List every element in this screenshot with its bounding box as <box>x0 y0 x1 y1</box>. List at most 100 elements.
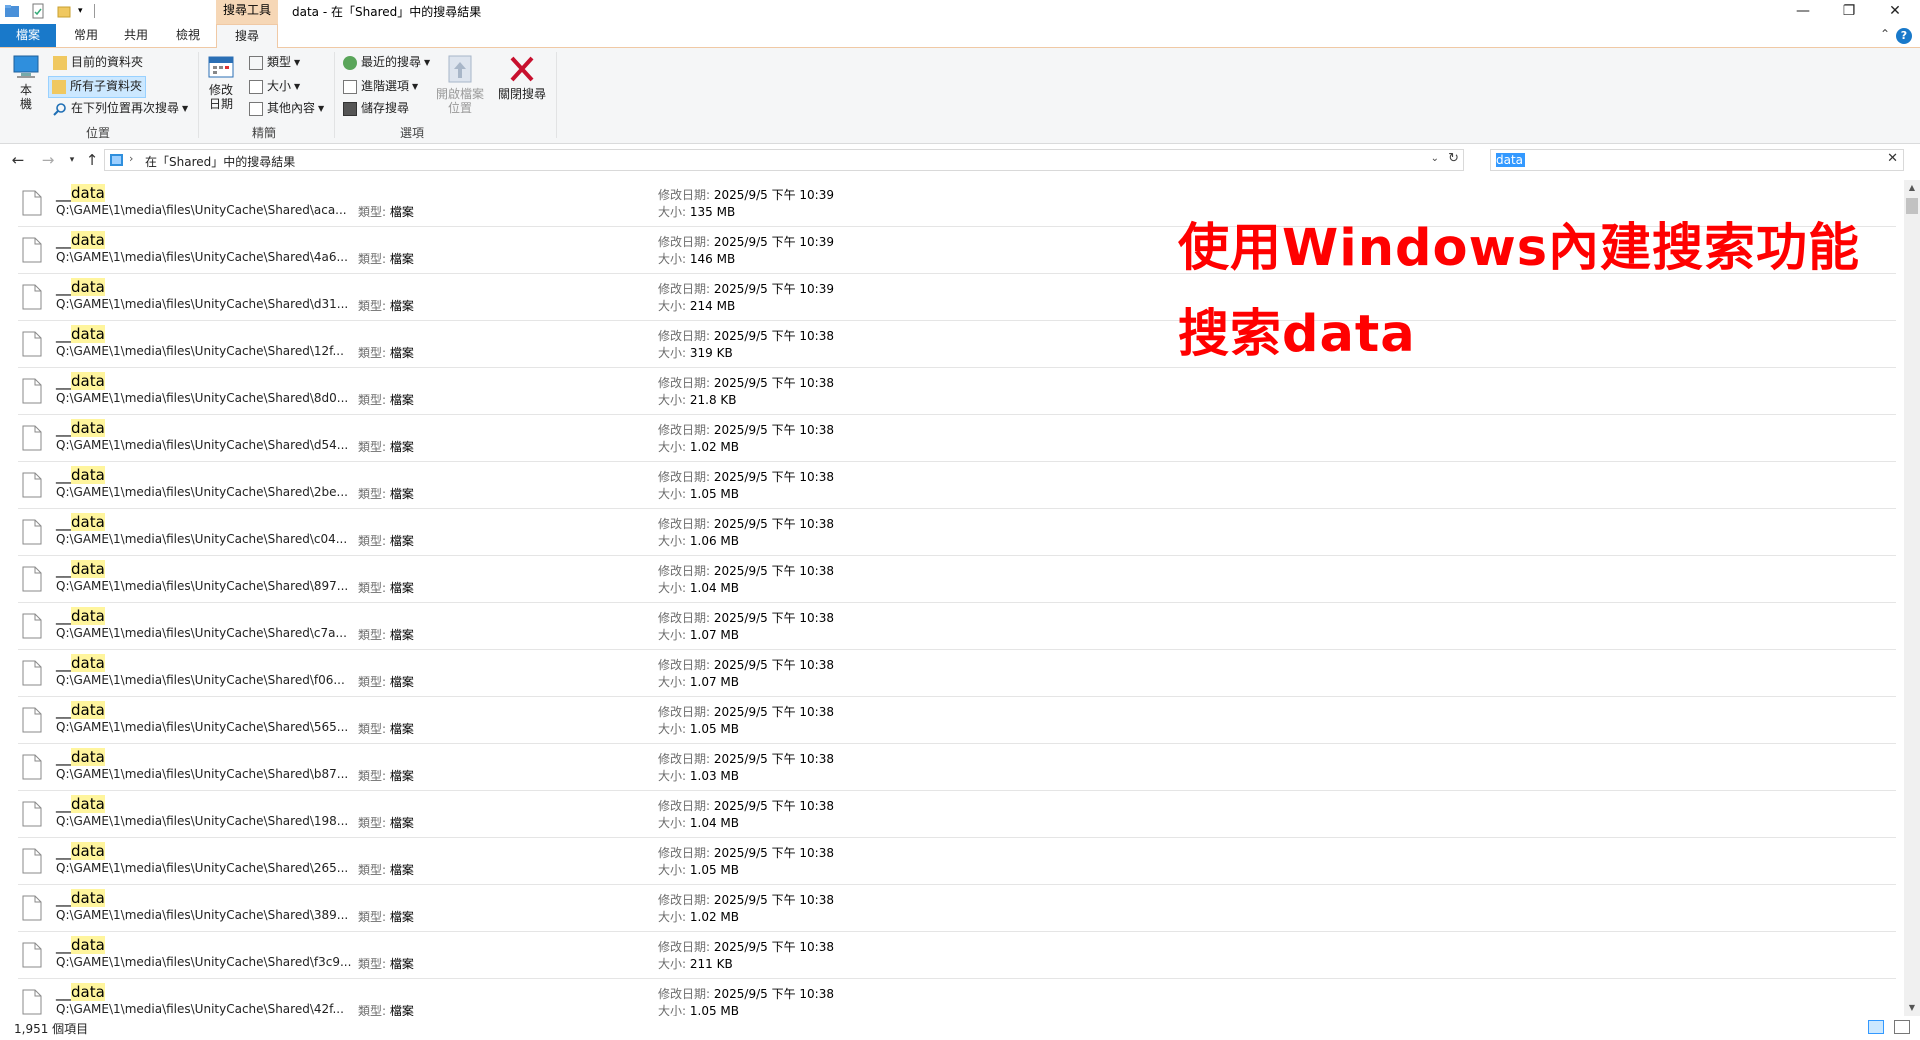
file-name[interactable]: __data <box>56 419 105 437</box>
result-row[interactable]: __data Q:\GAME\1\media\files\UnityCache\S… <box>18 791 1896 838</box>
search-again-button[interactable]: 在下列位置再次搜尋 ▼ <box>50 98 191 118</box>
size-label: 大小 <box>267 79 292 93</box>
forward-arrow-icon[interactable]: → <box>38 150 58 170</box>
file-name[interactable]: __data <box>56 795 105 813</box>
file-name[interactable]: __data <box>56 701 105 719</box>
tab-search[interactable]: 搜尋 <box>216 24 278 48</box>
maximize-button[interactable]: ❐ <box>1826 0 1872 24</box>
file-name[interactable]: __data <box>56 560 105 578</box>
result-row[interactable]: __data Q:\GAME\1\media\files\UnityCache\S… <box>18 509 1896 556</box>
tab-share[interactable]: 共用 <box>114 24 158 47</box>
recent-searches-button[interactable]: 最近的搜尋 ▼ <box>340 52 433 72</box>
file-name[interactable]: __data <box>56 513 105 531</box>
kind-button[interactable]: 類型 ▼ <box>246 52 303 72</box>
clear-search-icon[interactable]: ✕ <box>1887 151 1898 166</box>
result-row[interactable]: __data Q:\GAME\1\media\files\UnityCache\S… <box>18 321 1896 368</box>
close-search-button[interactable]: 關閉搜尋 <box>496 54 548 101</box>
folder-app-icon[interactable] <box>4 3 20 19</box>
properties-icon[interactable] <box>30 3 46 19</box>
address-path[interactable]: 在「Shared」中的搜尋結果 <box>145 153 295 170</box>
open-file-location-button[interactable]: 開啟檔案 位置 <box>432 54 488 115</box>
current-folder-button[interactable]: 目前的資料夾 <box>50 52 146 72</box>
result-row[interactable]: __data Q:\GAME\1\media\files\UnityCache\S… <box>18 415 1896 462</box>
file-icon <box>22 707 42 733</box>
recent-locations-chevron-icon[interactable]: ▾ <box>62 150 82 170</box>
file-name[interactable]: __data <box>56 654 105 672</box>
result-row[interactable]: __data Q:\GAME\1\media\files\UnityCache\S… <box>18 650 1896 697</box>
result-row[interactable]: __data Q:\GAME\1\media\files\UnityCache\S… <box>18 744 1896 791</box>
file-name[interactable]: __data <box>56 184 105 202</box>
file-modified: 修改日期: 2025/9/5 下午 10:38 <box>658 891 834 908</box>
tab-file[interactable]: 檔案 <box>0 24 56 47</box>
file-name[interactable]: __data <box>56 607 105 625</box>
result-row[interactable]: __data Q:\GAME\1\media\files\UnityCache\S… <box>18 556 1896 603</box>
scrollbar-thumb[interactable] <box>1906 198 1918 214</box>
file-name[interactable]: __data <box>56 466 105 484</box>
file-name[interactable]: __data <box>56 889 105 907</box>
size-button[interactable]: 大小 ▼ <box>246 76 303 96</box>
file-name[interactable]: __data <box>56 983 105 1001</box>
advanced-options-button[interactable]: 進階選項 ▼ <box>340 76 421 96</box>
file-name[interactable]: __data <box>56 748 105 766</box>
scroll-up-arrow-icon[interactable]: ▲ <box>1904 180 1920 196</box>
collapse-ribbon-icon[interactable]: ⌃ <box>1880 27 1890 41</box>
divider <box>334 52 335 138</box>
result-row[interactable]: __data Q:\GAME\1\media\files\UnityCache\S… <box>18 274 1896 321</box>
result-row[interactable]: __data Q:\GAME\1\media\files\UnityCache\S… <box>18 885 1896 932</box>
search-box[interactable]: ✕ <box>1490 149 1904 171</box>
quick-access-dropdown-icon[interactable]: ▾ <box>78 3 83 19</box>
tab-view[interactable]: 檢視 <box>166 24 210 47</box>
file-path: Q:\GAME\1\media\files\UnityCache\Shared\… <box>56 579 349 593</box>
result-row[interactable]: __data Q:\GAME\1\media\files\UnityCache\S… <box>18 979 1896 1016</box>
vertical-scrollbar[interactable]: ▲ ▼ <box>1904 180 1920 1016</box>
result-row[interactable]: __data Q:\GAME\1\media\files\UnityCache\S… <box>18 697 1896 744</box>
close-button[interactable]: ✕ <box>1872 0 1918 24</box>
date-modified-button[interactable]: 修改 日期 <box>204 54 238 111</box>
size-value: 1.05 MB <box>689 1004 739 1016</box>
type-label: 類型: <box>358 863 387 877</box>
address-dropdown-icon[interactable]: ⌄ <box>1431 153 1439 164</box>
file-size: 大小: 146 MB <box>658 250 735 267</box>
save-search-button[interactable]: 儲存搜尋 <box>340 98 412 118</box>
result-row[interactable]: __data Q:\GAME\1\media\files\UnityCache\S… <box>18 603 1896 650</box>
search-input[interactable] <box>1494 151 1868 169</box>
file-name[interactable]: __data <box>56 325 105 343</box>
type-label: 類型: <box>358 487 387 501</box>
breadcrumb-chevron-icon[interactable]: › <box>129 152 133 165</box>
large-icons-view-icon[interactable] <box>1894 1020 1910 1034</box>
file-type: 類型: 檔案 <box>358 297 414 314</box>
file-name-match: data <box>71 560 105 578</box>
minimize-button[interactable]: — <box>1780 0 1826 24</box>
refresh-icon[interactable]: ↻ <box>1448 151 1459 166</box>
size-value: 135 MB <box>689 205 736 219</box>
tab-home[interactable]: 常用 <box>64 24 108 47</box>
size-label: 大小: <box>658 393 687 407</box>
back-arrow-icon[interactable]: ← <box>8 150 28 170</box>
modified-value: 2025/9/5 下午 10:38 <box>713 611 834 625</box>
this-pc-button[interactable]: 本 機 <box>10 54 42 111</box>
chevron-down-icon: ▼ <box>294 57 301 67</box>
file-name-prefix: __ <box>56 983 71 1001</box>
file-name-prefix: __ <box>56 513 71 531</box>
size-value: 1.04 MB <box>689 816 739 830</box>
file-type: 類型: 檔案 <box>358 908 414 925</box>
file-name[interactable]: __data <box>56 231 105 249</box>
file-type: 類型: 檔案 <box>358 391 414 408</box>
result-row[interactable]: __data Q:\GAME\1\media\files\UnityCache\S… <box>18 838 1896 885</box>
result-row[interactable]: __data Q:\GAME\1\media\files\UnityCache\S… <box>18 368 1896 415</box>
scroll-down-arrow-icon[interactable]: ▼ <box>1904 1000 1920 1016</box>
file-name[interactable]: __data <box>56 936 105 954</box>
new-folder-icon[interactable] <box>56 3 72 19</box>
type-value: 檔案 <box>389 205 414 219</box>
help-icon[interactable]: ? <box>1896 28 1912 44</box>
address-bar[interactable]: › 在「Shared」中的搜尋結果 ⌄ ↻ <box>104 149 1464 171</box>
result-row[interactable]: __data Q:\GAME\1\media\files\UnityCache\S… <box>18 462 1896 509</box>
result-row[interactable]: __data Q:\GAME\1\media\files\UnityCache\S… <box>18 932 1896 979</box>
other-properties-button[interactable]: 其他內容 ▼ <box>246 98 327 118</box>
all-subfolders-button[interactable]: 所有子資料夾 <box>48 76 147 98</box>
file-name[interactable]: __data <box>56 372 105 390</box>
details-view-icon[interactable] <box>1868 1020 1885 1034</box>
file-name[interactable]: __data <box>56 842 105 860</box>
file-name[interactable]: __data <box>56 278 105 296</box>
up-arrow-icon[interactable]: ↑ <box>82 150 102 170</box>
